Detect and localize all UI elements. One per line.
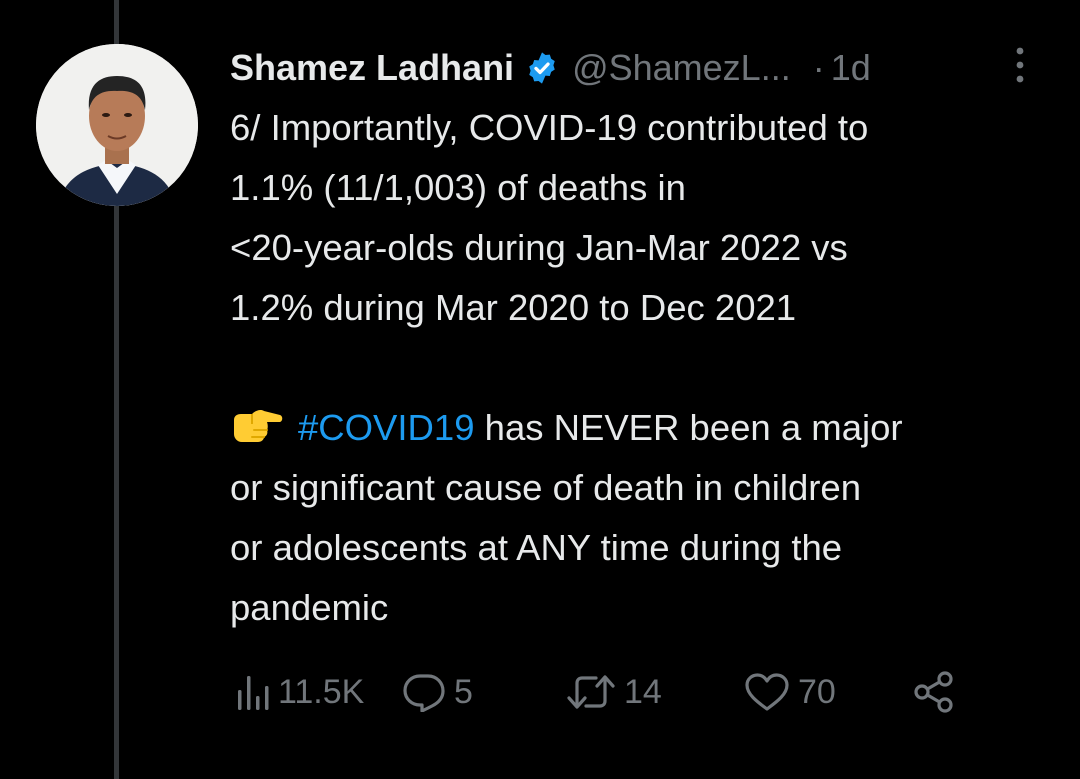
author-handle[interactable]: @ShamezL... <box>572 47 791 89</box>
bar-chart-icon <box>236 672 270 712</box>
retweet-icon <box>566 672 616 712</box>
reply-button[interactable]: 5 <box>402 666 473 718</box>
retweet-count: 14 <box>624 672 662 711</box>
like-button[interactable]: 70 <box>744 666 836 718</box>
retweet-button[interactable]: 14 <box>566 666 662 718</box>
views-button[interactable]: 11.5K <box>236 666 364 718</box>
tweet-text-line: 6/ Importantly, COVID-19 contributed to <box>230 107 869 148</box>
reply-icon <box>402 672 446 712</box>
share-button[interactable] <box>912 666 956 718</box>
views-count: 11.5K <box>278 672 365 711</box>
heart-icon <box>744 672 790 712</box>
tweet-header: Shamez Ladhani @ShamezL... · 1d <box>230 42 1060 94</box>
reply-count: 5 <box>454 672 473 711</box>
tweet-text-line: pandemic <box>230 587 389 628</box>
tweet-text-line: 1.2% during Mar 2020 to Dec 2021 <box>230 287 797 328</box>
tweet-text-line: 1.1% (11/1,003) of deaths in <box>230 167 686 208</box>
tweet-text-line: or adolescents at ANY time during the <box>230 527 843 568</box>
tweet-text-line: #COVID19 has NEVER been a major <box>230 398 1050 458</box>
verified-badge-icon <box>524 50 560 86</box>
tweet-text: 6/ Importantly, COVID-19 contributed to … <box>230 98 1050 638</box>
timestamp[interactable]: 1d <box>831 47 871 89</box>
hashtag-link[interactable]: #COVID19 <box>298 407 475 448</box>
tweet-text-line: or significant cause of death in childre… <box>230 467 862 508</box>
tweet-text-segment: has NEVER been a major <box>474 407 903 448</box>
tweet-text-line: <20-year-olds during Jan-Mar 2022 vs <box>230 227 848 268</box>
avatar[interactable] <box>36 44 198 206</box>
share-icon <box>912 670 956 714</box>
more-vertical-icon[interactable] <box>1010 44 1030 86</box>
separator-dot: · <box>812 47 825 88</box>
author-display-name[interactable]: Shamez Ladhani <box>230 47 514 89</box>
backhand-index-pointing-right-emoji <box>230 404 284 444</box>
tweet-actions-bar: 11.5K 5 14 70 <box>230 666 1050 718</box>
like-count: 70 <box>798 672 836 711</box>
